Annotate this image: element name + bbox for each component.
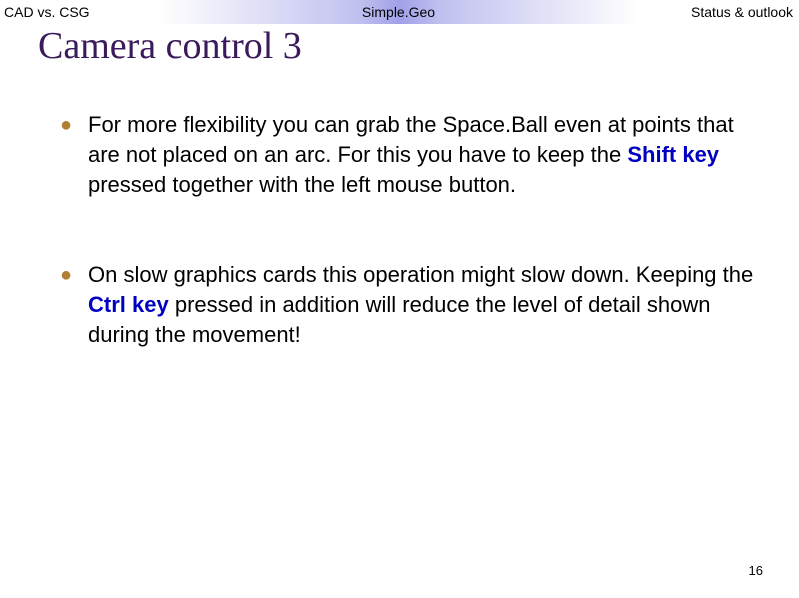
highlight-key: Ctrl key: [88, 292, 169, 317]
header-bar: CAD vs. CSG Simple.Geo Status & outlook: [0, 0, 799, 24]
page-number: 16: [749, 563, 763, 578]
highlight-key: Shift key: [627, 142, 719, 167]
bullet-text: On slow graphics cards this operation mi…: [88, 260, 759, 350]
bullet-text: For more flexibility you can grab the Sp…: [88, 110, 759, 200]
bullet-item: ● For more flexibility you can grab the …: [60, 110, 759, 200]
header-center: Simple.Geo: [267, 4, 530, 20]
slide-title: Camera control 3: [38, 24, 302, 68]
text-after: pressed together with the left mouse but…: [88, 172, 516, 197]
bullet-icon: ●: [60, 260, 88, 350]
text-before: On slow graphics cards this operation mi…: [88, 262, 753, 287]
bullet-item: ● On slow graphics cards this operation …: [60, 260, 759, 350]
text-after: pressed in addition will reduce the leve…: [88, 292, 710, 347]
bullet-icon: ●: [60, 110, 88, 200]
header-right: Status & outlook: [530, 4, 793, 20]
slide-content: ● For more flexibility you can grab the …: [60, 110, 759, 410]
header-left: CAD vs. CSG: [4, 4, 267, 20]
